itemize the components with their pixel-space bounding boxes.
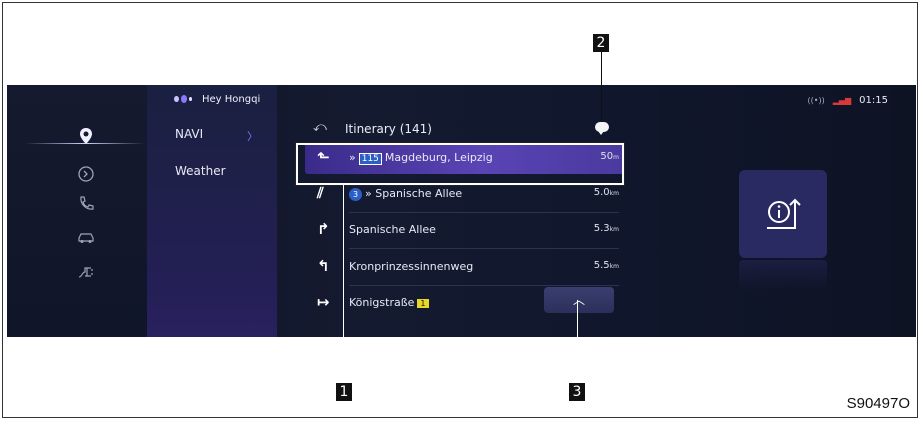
row-label: Kronprinzessinnenweg: [349, 260, 474, 273]
voice-logo-icon: [174, 93, 192, 105]
row-distance: 5.5km: [593, 260, 619, 271]
turn-right-icon: ↱: [317, 220, 330, 238]
phone-icon[interactable]: [75, 193, 97, 215]
itinerary-row[interactable]: ↰ Kronprinzessinnenweg 5.5km: [305, 251, 625, 283]
voice-assistant[interactable]: Hey Hongqi: [174, 93, 260, 105]
callout-leader-3: [577, 300, 578, 384]
clock: 01:15: [859, 95, 888, 106]
row-label: Königstraße 1: [349, 296, 429, 309]
charging-plug-icon[interactable]: [75, 261, 97, 283]
callout-leader-1: [343, 185, 344, 385]
side-menu: NAVI 〉 Weather: [147, 85, 277, 337]
status-bar: ((•)) ▂▄▆ 01:15: [808, 95, 889, 106]
route-info-button[interactable]: [739, 170, 827, 258]
exit-number-badge: 3: [349, 188, 362, 201]
row-label: 3» Spanische Allee: [349, 187, 462, 201]
itinerary-header: ⤺ Itinerary (141): [305, 117, 635, 141]
chevron-right-icon: 〉: [247, 130, 258, 143]
row-label: Spanische Allee: [349, 223, 436, 236]
cell-bars-icon: ▂▄▆: [832, 96, 852, 105]
turn-right-arrow-icon: ↦: [317, 293, 330, 311]
selected-indicator: [25, 143, 145, 144]
speech-bubble-icon[interactable]: [595, 122, 609, 135]
itinerary-row[interactable]: ↱ Spanische Allee 5.3km: [305, 214, 625, 246]
wifi-signal-icon: ((•)): [807, 96, 825, 105]
row-divider: [349, 212, 619, 213]
turn-left-icon: ↰: [317, 257, 330, 275]
figure-code: S90497O: [846, 395, 910, 412]
row-divider: [349, 285, 619, 286]
info-export-icon: [767, 198, 801, 229]
row-distance: 5.0km: [593, 187, 619, 198]
card-reflection: [739, 260, 827, 290]
row-divider: [349, 248, 619, 249]
callout-leader-2: [601, 52, 602, 120]
menu-item-weather[interactable]: Weather: [175, 164, 226, 178]
back-icon[interactable]: ⤺: [313, 120, 327, 135]
callout-2: 2: [593, 34, 609, 52]
callout-1: 1: [336, 383, 352, 401]
gauge-icon[interactable]: [75, 163, 97, 185]
menu-item-navi[interactable]: NAVI: [175, 127, 203, 141]
car-icon[interactable]: [75, 227, 97, 249]
fork-right-icon: ⫽: [317, 184, 324, 202]
itinerary-title: Itinerary (141): [345, 122, 432, 136]
voice-label: Hey Hongqi: [202, 93, 261, 105]
callout-highlight-box: [295, 142, 625, 186]
road-number-badge: 1: [417, 299, 429, 308]
left-rail: [7, 85, 147, 337]
row-distance: 5.3km: [593, 223, 619, 234]
infotainment-screen: NAVI 〉 Weather Hey Hongqi ((•)) ▂▄▆ 01:1…: [7, 85, 916, 337]
scroll-up-button[interactable]: ︿: [544, 287, 614, 313]
callout-3: 3: [569, 383, 585, 401]
chevron-up-icon: ︿: [572, 293, 585, 307]
